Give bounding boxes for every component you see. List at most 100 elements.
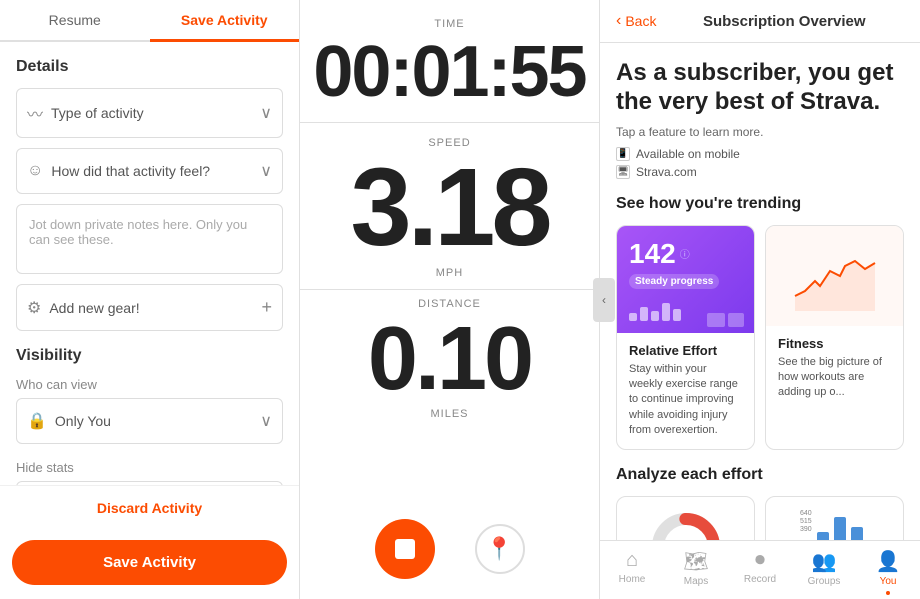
right-panel-title: Subscription Overview	[664, 13, 904, 30]
promo-title: As a subscriber, you get the very best o…	[616, 59, 904, 117]
groups-label: Groups	[808, 576, 841, 587]
details-title: Details	[16, 58, 283, 76]
home-icon: ⌂	[626, 549, 638, 572]
svg-text:640: 640	[800, 510, 812, 517]
feel-label: How did that activity feel?	[51, 163, 210, 179]
svg-text:390: 390	[800, 526, 812, 533]
distance-value: 0.10	[368, 314, 531, 404]
back-button[interactable]: ‹ Back	[616, 12, 656, 30]
middle-controls: 📍	[300, 519, 599, 599]
card-top-purple: 142 ⓘ Steady progress	[617, 226, 754, 333]
left-content: Details 〰 Type of activity ∨ ☺ How did t…	[0, 42, 299, 485]
activity-type-icon: 〰	[27, 101, 43, 125]
effort-number: 142	[629, 238, 676, 270]
screen-icon-1	[707, 313, 725, 327]
fitness-title: Fitness	[778, 336, 891, 351]
relative-effort-title: Relative Effort	[629, 343, 742, 358]
visibility-title: Visibility	[16, 347, 283, 365]
effort-cards: 68.9% 640 515 390	[616, 496, 904, 540]
location-button[interactable]: 📍	[475, 524, 525, 574]
gear-icon: ⚙	[27, 298, 41, 318]
speed-unit: MPH	[436, 267, 463, 279]
nav-active-indicator	[886, 591, 890, 595]
nav-maps[interactable]: 🗺 Maps	[664, 549, 728, 595]
back-chevron-icon: ‹	[616, 12, 621, 30]
add-gear-row[interactable]: ⚙ Add new gear! +	[16, 284, 283, 331]
screen-icon-2	[728, 313, 744, 327]
donut-chart-card[interactable]: 68.9%	[616, 496, 755, 540]
feel-icon: ☺	[27, 162, 43, 180]
nav-record[interactable]: ⏺ Record	[728, 549, 792, 595]
chevron-down-icon: ∨	[260, 103, 272, 123]
back-label: Back	[625, 13, 656, 29]
tabs: Resume Save Activity	[0, 0, 299, 42]
nav-groups[interactable]: 👥 Groups	[792, 549, 856, 595]
save-activity-button[interactable]: Save Activity	[12, 540, 287, 585]
mobile-link-label: Available on mobile	[636, 147, 740, 161]
web-link-row[interactable]: 🖥 Strava.com	[616, 165, 904, 179]
stop-button[interactable]	[375, 519, 435, 579]
left-panel: Resume Save Activity Details 〰 Type of a…	[0, 0, 300, 599]
record-label: Record	[744, 574, 776, 585]
mobile-link-row[interactable]: 📱 Available on mobile	[616, 147, 904, 161]
hide-stats-label: Hide stats	[16, 460, 283, 475]
who-can-view-label: Who can view	[16, 377, 283, 392]
tab-resume[interactable]: Resume	[0, 0, 150, 40]
mini-bars	[629, 297, 742, 321]
tab-indicator	[150, 39, 300, 42]
svg-text:515: 515	[800, 518, 812, 525]
fitness-chart-area	[766, 226, 903, 326]
relative-effort-card[interactable]: 142 ⓘ Steady progress	[616, 225, 755, 450]
promo-links: 📱 Available on mobile 🖥 Strava.com	[616, 147, 904, 179]
stop-icon	[395, 539, 415, 559]
distance-unit: MILES	[430, 408, 468, 420]
maps-icon: 🗺	[683, 549, 708, 574]
maps-label: Maps	[684, 576, 708, 587]
only-you-label: Only You	[55, 413, 111, 429]
effort-section: Analyze each effort 68.9% 640	[616, 466, 904, 540]
effort-title: Analyze each effort	[616, 466, 904, 484]
type-label: Type of activity	[51, 105, 144, 121]
gear-label: Add new gear!	[49, 300, 139, 316]
trending-cards: 142 ⓘ Steady progress	[616, 225, 904, 450]
bar-2	[640, 307, 648, 321]
record-icon: ⏺	[755, 549, 765, 572]
effort-tag: Steady progress	[629, 274, 719, 289]
trending-section: See how you're trending 142 ⓘ Steady pro…	[616, 195, 904, 450]
discard-button[interactable]: Discard Activity	[0, 485, 299, 530]
monitor-icon: 🖥	[616, 165, 630, 179]
speed-value: 3.18	[350, 153, 548, 263]
bar-svg: 640 515 390	[795, 507, 875, 540]
right-header: ‹ Back Subscription Overview	[600, 0, 920, 43]
web-link-label: Strava.com	[636, 165, 697, 179]
nav-you[interactable]: 👤 You	[856, 549, 920, 595]
lock-icon: 🔒	[27, 411, 47, 431]
groups-icon: 👥	[812, 549, 837, 574]
fitness-card[interactable]: Fitness See the big picture of how worko…	[765, 225, 904, 450]
promo-subtitle: Tap a feature to learn more.	[616, 125, 904, 139]
middle-panel: TIME 00:01:55 SPEED 3.18 MPH DISTANCE 0.…	[300, 0, 600, 599]
bar-4	[662, 303, 670, 321]
donut-svg: 68.9%	[646, 507, 726, 540]
bar-3	[651, 311, 659, 321]
trending-title: See how you're trending	[616, 195, 904, 213]
location-pin-icon: 📍	[486, 536, 513, 562]
divider-1	[300, 122, 599, 123]
visibility-row[interactable]: 🔒 Only You ∨	[16, 398, 283, 444]
relative-effort-desc: Stay within your weekly exercise range t…	[629, 362, 742, 439]
type-of-activity-row[interactable]: 〰 Type of activity ∨	[16, 88, 283, 138]
time-label: TIME	[434, 18, 464, 30]
right-content: As a subscriber, you get the very best o…	[600, 43, 920, 540]
fitness-chart-svg	[790, 241, 880, 311]
effort-badge: ⓘ	[680, 246, 690, 261]
bottom-nav: ⌂ Home 🗺 Maps ⏺ Record 👥 Groups 👤 You	[600, 540, 920, 599]
hide-stats-section: Hide stats 👁 Choose ∨	[16, 460, 283, 485]
bar-chart-card[interactable]: 640 515 390	[765, 496, 904, 540]
notes-textarea[interactable]: Jot down private notes here. Only you ca…	[16, 204, 283, 274]
activity-feel-row[interactable]: ☺ How did that activity feel? ∨	[16, 148, 283, 194]
nav-home[interactable]: ⌂ Home	[600, 549, 664, 595]
you-label: You	[880, 576, 897, 587]
collapse-button[interactable]: ‹	[593, 278, 615, 322]
tab-save-activity[interactable]: Save Activity	[150, 0, 300, 40]
plus-icon: +	[261, 297, 272, 318]
